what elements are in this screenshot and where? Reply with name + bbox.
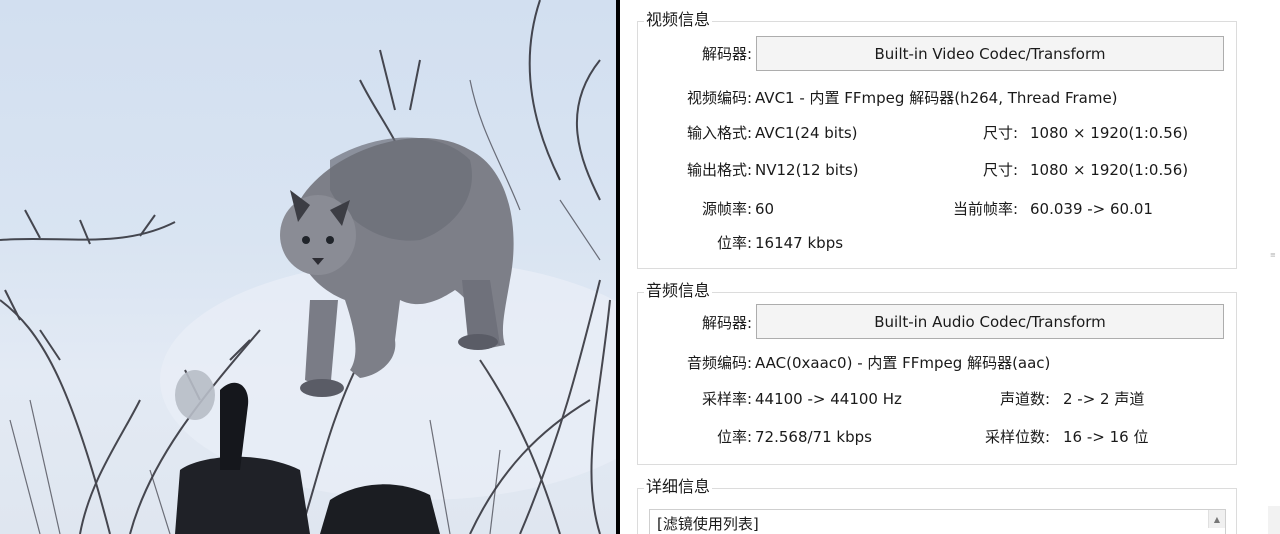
input-size-label: 尺寸: (982, 124, 1018, 142)
output-size-value: 1080 × 1920(1:0.56) (1030, 161, 1189, 179)
video-info-title: 视频信息 (644, 10, 713, 30)
current-fps-value: 60.039 -> 60.01 (1030, 200, 1153, 218)
audio-decoder-label: 解码器: (701, 314, 752, 332)
audio-codec-label: 音频编码: (686, 354, 752, 372)
filter-list-first-line: [滤镜使用列表] (657, 515, 759, 533)
video-frame-image (0, 0, 616, 534)
output-format-value: NV12(12 bits) (755, 161, 859, 179)
filter-list-box[interactable]: [滤镜使用列表] ▲ (649, 509, 1226, 534)
current-fps-label: 当前帧率: (952, 200, 1018, 218)
audio-bitrate-value: 72.568/71 kbps (755, 428, 872, 446)
video-codec-value: AVC1 - 内置 FFmpeg 解码器(h264, Thread Frame) (755, 89, 1118, 107)
channels-label: 声道数: (999, 390, 1050, 408)
source-fps-label: 源帧率: (701, 200, 752, 218)
audio-bitrate-label: 位率: (716, 428, 752, 446)
video-bitrate-value: 16147 kbps (755, 234, 844, 252)
audio-codec-value: AAC(0xaac0) - 内置 FFmpeg 解码器(aac) (755, 354, 1051, 372)
detail-info-title: 详细信息 (644, 477, 713, 497)
detail-info-group: 详细信息 [滤镜使用列表] ▲ (637, 477, 1237, 534)
input-size-value: 1080 × 1920(1:0.56) (1030, 124, 1189, 142)
media-info-panel: 视频信息 解码器: Built-in Video Codec/Transform… (620, 0, 1280, 534)
input-format-value: AVC1(24 bits) (755, 124, 858, 142)
bit-depth-value: 16 -> 16 位 (1063, 428, 1149, 446)
sample-rate-label: 采样率: (701, 390, 752, 408)
video-frame[interactable] (0, 0, 616, 534)
video-codec-label: 视频编码: (686, 89, 752, 107)
video-decoder-label: 解码器: (701, 45, 752, 63)
scroll-up-arrow-icon[interactable]: ▲ (1208, 510, 1225, 528)
input-format-label: 输入格式: (686, 124, 752, 142)
bit-depth-label: 采样位数: (984, 428, 1050, 446)
channels-value: 2 -> 2 声道 (1063, 390, 1145, 408)
audio-info-group: 音频信息 解码器: Built-in Audio Codec/Transform… (637, 281, 1237, 465)
output-format-label: 输出格式: (686, 161, 752, 179)
source-fps-value: 60 (755, 200, 775, 218)
window-scrollbar-corner[interactable] (1268, 506, 1280, 534)
audio-decoder-button[interactable]: Built-in Audio Codec/Transform (756, 304, 1224, 339)
video-info-group: 视频信息 解码器: Built-in Video Codec/Transform… (637, 10, 1237, 269)
audio-info-title: 音频信息 (644, 281, 713, 301)
sample-rate-value: 44100 -> 44100 Hz (755, 390, 902, 408)
output-size-label: 尺寸: (982, 161, 1018, 179)
video-decoder-button[interactable]: Built-in Video Codec/Transform (756, 36, 1224, 71)
resize-grip-icon[interactable]: ≡ (1270, 252, 1276, 260)
video-bitrate-label: 位率: (716, 234, 752, 252)
